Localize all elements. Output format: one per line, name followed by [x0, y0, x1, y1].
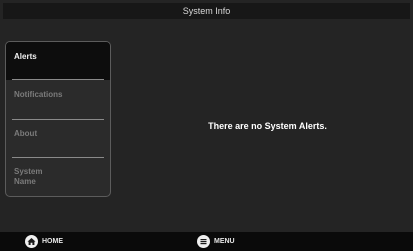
window-title: System Info	[182, 6, 231, 16]
menu-button[interactable]: MENU	[197, 235, 242, 248]
sidebar-item-label: Alerts	[14, 52, 37, 61]
sidebar-item-about[interactable]: About	[6, 120, 110, 158]
sidebar: Alerts Notifications About System Name	[5, 41, 111, 197]
home-icon	[25, 235, 38, 248]
sidebar-item-notifications[interactable]: Notifications	[6, 81, 110, 119]
sidebar-divider	[12, 79, 104, 80]
sidebar-item-system-name[interactable]: System Name	[6, 158, 110, 196]
sidebar-item-label: About	[14, 129, 38, 138]
no-alerts-message: There are no System Alerts.	[208, 121, 327, 131]
sidebar-item-label: System Name	[14, 167, 43, 186]
sidebar-item-label: Notifications	[14, 90, 63, 99]
menu-label: MENU	[214, 238, 235, 245]
title-bar: System Info	[3, 3, 410, 19]
sidebar-item-alerts[interactable]: Alerts	[6, 42, 110, 80]
bottom-nav: HOME MENU	[0, 232, 413, 251]
home-label: HOME	[42, 238, 63, 245]
menu-icon	[197, 235, 210, 248]
home-button[interactable]: HOME	[25, 235, 70, 248]
